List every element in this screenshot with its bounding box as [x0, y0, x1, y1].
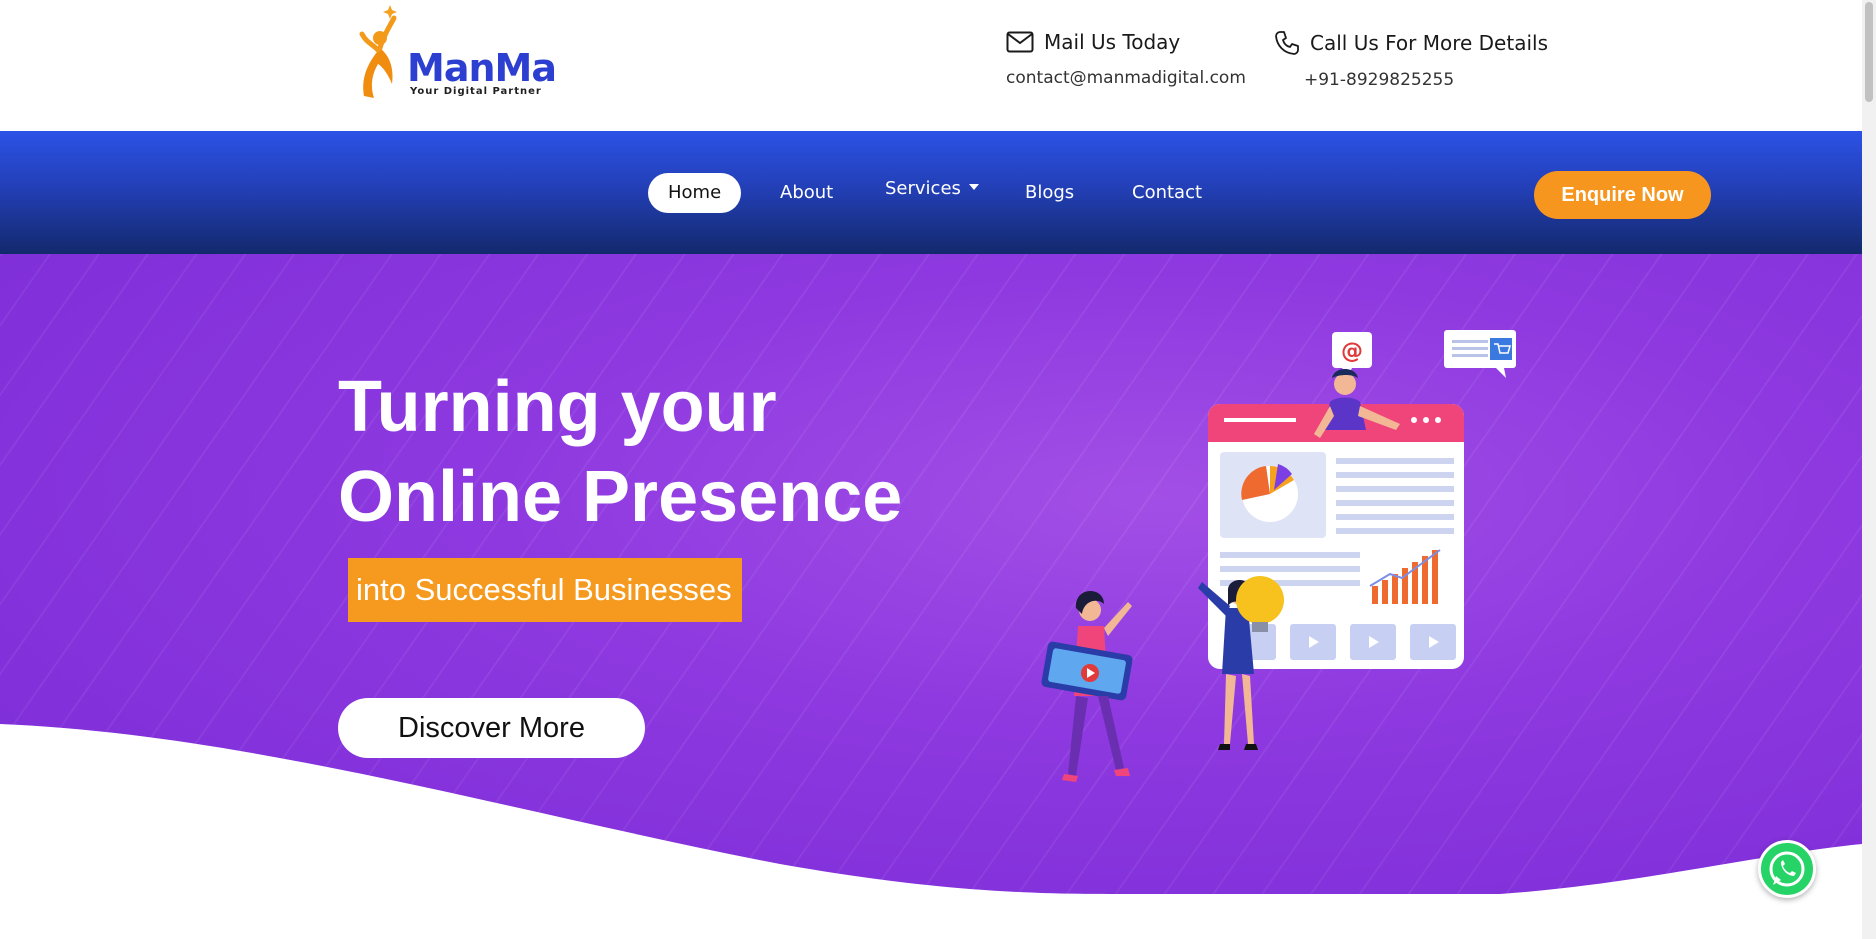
hero-section: Turning your Online Presence into Succes…	[0, 254, 1862, 894]
mail-contact: Mail Us Today contact@manmadigital.com	[1006, 30, 1246, 88]
chevron-down-icon	[968, 184, 979, 190]
email-bubble-icon: @	[1332, 332, 1372, 376]
nav-contact[interactable]: Contact	[1112, 173, 1222, 213]
nav-about[interactable]: About	[760, 173, 853, 213]
nav-home[interactable]: Home	[648, 173, 742, 213]
call-title: Call Us For More Details	[1310, 31, 1548, 55]
page-scrollbar[interactable]	[1862, 0, 1876, 939]
call-contact: Call Us For More Details +91-8929825255	[1274, 30, 1548, 90]
mail-title: Mail Us Today	[1044, 30, 1181, 54]
discover-more-button[interactable]: Discover More	[338, 698, 645, 758]
woman-with-tablet-figure	[1041, 590, 1133, 782]
site-logo[interactable]: ManMa Your Digital Partner	[350, 4, 557, 100]
hero-title-line1: Turning your	[338, 367, 777, 447]
phone-number[interactable]: +91-8929825255	[1304, 70, 1548, 90]
nav-blogs[interactable]: Blogs	[1005, 173, 1094, 213]
hero-highlight: into Successful Businesses	[348, 558, 742, 622]
envelope-icon	[1006, 31, 1034, 53]
scrollbar-thumb[interactable]	[1865, 2, 1873, 102]
whatsapp-button[interactable]	[1758, 840, 1816, 898]
mail-address[interactable]: contact@manmadigital.com	[1006, 68, 1246, 88]
nav-services[interactable]: Services	[865, 169, 999, 209]
hero-title: Turning your Online Presence	[338, 362, 902, 542]
hero-title-line2: Online Presence	[338, 457, 903, 537]
whatsapp-icon	[1769, 851, 1805, 887]
nav-services-label: Services	[885, 178, 961, 199]
brand-name: ManMa	[407, 46, 557, 90]
hero-illustration: @	[1041, 330, 1516, 782]
enquire-now-button[interactable]: Enquire Now	[1534, 171, 1711, 219]
svg-text:@: @	[1341, 339, 1363, 364]
brand-tagline: Your Digital Partner	[410, 86, 542, 97]
logo-mark-icon	[359, 5, 397, 98]
cart-bubble-icon	[1444, 330, 1516, 378]
top-header: ManMa Your Digital Partner Mail Us Today…	[0, 0, 1862, 131]
next-section-heading-cutoff	[400, 920, 1500, 939]
hero-bottom-wave	[0, 724, 1862, 894]
main-nav: Home About Services Blogs Contact Enquir…	[0, 131, 1862, 254]
phone-icon	[1275, 31, 1299, 55]
